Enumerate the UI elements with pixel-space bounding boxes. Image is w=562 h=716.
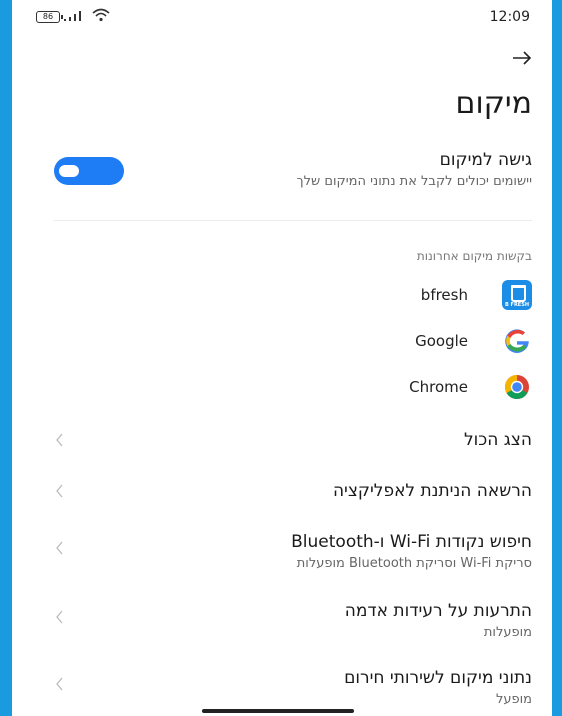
divider	[54, 220, 532, 221]
wifi-bluetooth-scanning-label: חיפוש נקודות Wi-Fi ו-Bluetooth	[291, 532, 532, 552]
signal-icon	[64, 11, 81, 21]
show-all-label: הצג הכול	[464, 430, 532, 450]
bfresh-icon: B FRESH	[502, 280, 532, 310]
google-icon	[505, 329, 529, 353]
home-indicator[interactable]	[202, 709, 354, 713]
app-name: Google	[415, 332, 468, 350]
chevron-left-icon	[56, 677, 63, 691]
emergency-location-row[interactable]: נתוני מיקום לשירותי חירום מופעל	[54, 668, 532, 714]
location-access-title: גישה למיקום	[439, 150, 532, 170]
app-permissions-row[interactable]: הרשאה הניתנת לאפליקציה	[54, 481, 532, 505]
emergency-location-subtitle: מופעל	[495, 692, 532, 707]
location-access-subtitle: יישומים יכולים לקבל את נתוני המיקום שלך	[296, 174, 532, 189]
app-name: Chrome	[409, 378, 468, 396]
wifi-icon	[92, 8, 110, 22]
location-access-toggle[interactable]	[54, 157, 124, 185]
earthquake-alerts-row[interactable]: התרעות על רעידות אדמה מופעלות	[54, 601, 532, 647]
chrome-icon	[504, 375, 529, 400]
show-all-row[interactable]: הצג הכול	[54, 430, 532, 454]
status-bar: 86 12:09	[12, 0, 552, 36]
wifi-bluetooth-scanning-subtitle: סריקת Wi-Fi וסריקת Bluetooth מופעלות	[296, 556, 532, 571]
recent-app-chrome[interactable]: Chrome	[272, 372, 532, 406]
chevron-left-icon	[56, 610, 63, 624]
back-arrow-icon[interactable]	[512, 50, 532, 66]
chevron-left-icon	[56, 541, 63, 555]
app-permissions-label: הרשאה הניתנת לאפליקציה	[332, 481, 532, 501]
toggle-knob	[59, 165, 79, 177]
chevron-left-icon	[56, 433, 63, 447]
earthquake-alerts-label: התרעות על רעידות אדמה	[344, 601, 532, 621]
earthquake-alerts-subtitle: מופעלות	[483, 625, 532, 640]
clock: 12:09	[489, 9, 530, 25]
page-title: מיקום	[455, 86, 532, 121]
chevron-left-icon	[56, 484, 63, 498]
recent-app-google[interactable]: Google	[272, 326, 532, 360]
wifi-bluetooth-scanning-row[interactable]: חיפוש נקודות Wi-Fi ו-Bluetooth סריקת Wi-…	[54, 532, 532, 578]
settings-screen: 86 12:09 מיקום גישה למיקום יישומים יכולי…	[12, 0, 552, 716]
emergency-location-label: נתוני מיקום לשירותי חירום	[344, 668, 532, 688]
recent-requests-header: בקשות מיקום אחרונות	[416, 249, 532, 263]
battery-level: 86	[42, 12, 54, 21]
recent-app-bfresh[interactable]: bfresh B FRESH	[272, 280, 532, 314]
location-access-row[interactable]: גישה למיקום יישומים יכולים לקבל את נתוני…	[54, 150, 532, 204]
app-name: bfresh	[420, 286, 468, 304]
battery-icon: 86	[36, 11, 63, 23]
bfresh-icon-label: B FRESH	[504, 302, 530, 308]
